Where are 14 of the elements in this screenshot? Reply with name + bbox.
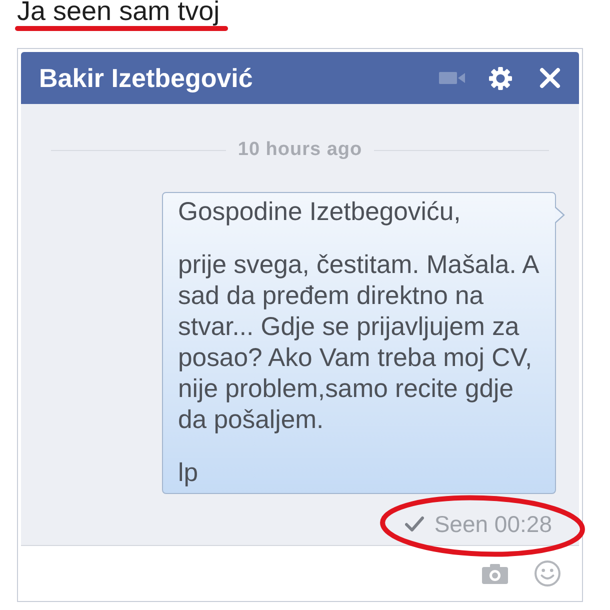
contact-name: Bakir Izetbegović bbox=[39, 62, 254, 94]
message-timestamp: 10 hours ago bbox=[238, 139, 362, 161]
message-paragraph: Gospodine Izetbegoviću, bbox=[178, 197, 462, 228]
video-camera-icon bbox=[439, 71, 467, 85]
settings-button[interactable] bbox=[489, 66, 512, 90]
check-icon bbox=[405, 516, 424, 532]
seen-receipt: Seen 00:28 bbox=[434, 511, 552, 537]
message-paragraph: prije svega, čestitam. Mašala. A sad da pređem direktno na stvar... Gdje se prijavljujem za posao? Ako Vam treba moj CV, nije problem,samo recite gdje da pošaljem. bbox=[178, 250, 540, 436]
settings-icon bbox=[489, 66, 512, 90]
close-icon bbox=[539, 67, 561, 89]
message-paragraph: lp bbox=[178, 458, 199, 489]
camera-icon bbox=[482, 564, 508, 584]
caption-text: Ja seen sam tvoj bbox=[16, 0, 221, 25]
smiley-icon bbox=[534, 560, 561, 587]
